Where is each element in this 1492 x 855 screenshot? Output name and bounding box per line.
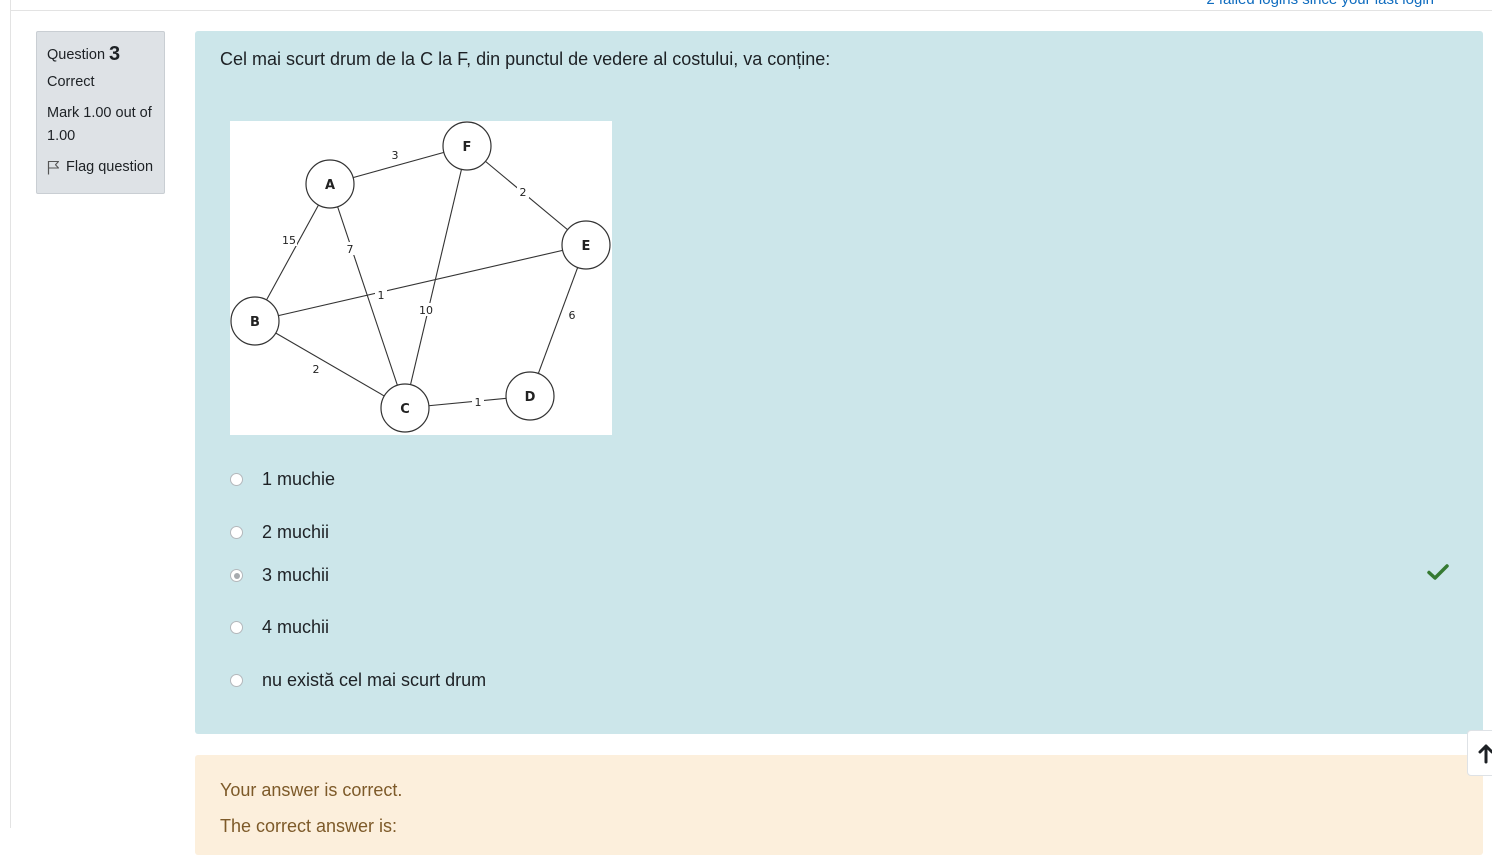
edge-label-a-b: 15 bbox=[282, 234, 296, 247]
answer-option[interactable]: 2 muchii bbox=[230, 522, 329, 543]
answer-label: 1 muchie bbox=[262, 469, 336, 489]
answer-radio[interactable] bbox=[230, 674, 243, 687]
edge-label-f-c: 10 bbox=[419, 304, 433, 317]
edge-label-b-e: 1 bbox=[378, 289, 385, 302]
correct-check-icon bbox=[1427, 564, 1449, 580]
answer-option[interactable]: 1 muchie bbox=[230, 469, 335, 490]
answer-option[interactable]: 4 muchii bbox=[230, 617, 329, 638]
answer-option[interactable]: nu există cel mai scurt drum bbox=[230, 670, 486, 691]
question-info-panel: Question 3 Correct Mark 1.00 out of 1.00 … bbox=[36, 31, 165, 194]
node-b: B bbox=[250, 315, 260, 330]
node-a: A bbox=[325, 178, 335, 193]
question-text: Cel mai scurt drum de la C la F, din pun… bbox=[220, 49, 831, 69]
edge-label-d-e: 6 bbox=[569, 309, 576, 322]
node-c: C bbox=[400, 402, 410, 417]
header-divider bbox=[10, 10, 1492, 11]
answer-label: 2 muchii bbox=[262, 522, 330, 542]
flag-question-button[interactable]: Flag question bbox=[47, 156, 164, 179]
node-d: D bbox=[525, 390, 536, 405]
answer-radio[interactable] bbox=[230, 526, 243, 539]
answer-radio[interactable] bbox=[230, 621, 243, 634]
node-f: F bbox=[463, 140, 472, 155]
edge-label-f-e: 2 bbox=[520, 186, 527, 199]
flag-icon bbox=[47, 160, 60, 175]
question-formulation: Cel mai scurt drum de la C la F, din pun… bbox=[195, 31, 1483, 734]
node-e: E bbox=[582, 239, 591, 254]
answer-radio-selected[interactable] bbox=[230, 569, 243, 582]
edge-label-a-c: 7 bbox=[347, 243, 354, 256]
edge-label-c-d: 1 bbox=[475, 396, 482, 409]
graph-image: 3 15 7 2 1 10 2 6 1 A B C D E F bbox=[230, 121, 612, 435]
failed-logins-link[interactable]: 2 failed logins since your last login bbox=[1206, 0, 1434, 8]
feedback-panel: Your answer is correct. The correct answ… bbox=[195, 755, 1483, 855]
edge-label-a-f: 3 bbox=[392, 149, 399, 162]
correct-answer-intro: The correct answer is: bbox=[220, 816, 398, 836]
answer-option-selected[interactable]: 3 muchii bbox=[230, 565, 329, 586]
answer-label: 4 muchii bbox=[262, 617, 330, 637]
answer-label: 3 muchii bbox=[262, 565, 330, 585]
feedback-result: Your answer is correct. bbox=[220, 780, 403, 800]
edge-label-b-c: 2 bbox=[313, 363, 320, 376]
answer-radio[interactable] bbox=[230, 473, 243, 486]
answer-label: nu există cel mai scurt drum bbox=[262, 670, 487, 690]
question-number: Question 3 bbox=[47, 43, 121, 65]
page-left-border bbox=[10, 0, 11, 828]
question-state: Correct bbox=[47, 74, 95, 90]
question-grade: Mark 1.00 out of 1.00 bbox=[47, 105, 152, 144]
arrow-up-icon bbox=[1478, 744, 1492, 764]
back-to-top-button[interactable] bbox=[1467, 730, 1492, 776]
flag-question-label: Flag question bbox=[66, 159, 154, 175]
